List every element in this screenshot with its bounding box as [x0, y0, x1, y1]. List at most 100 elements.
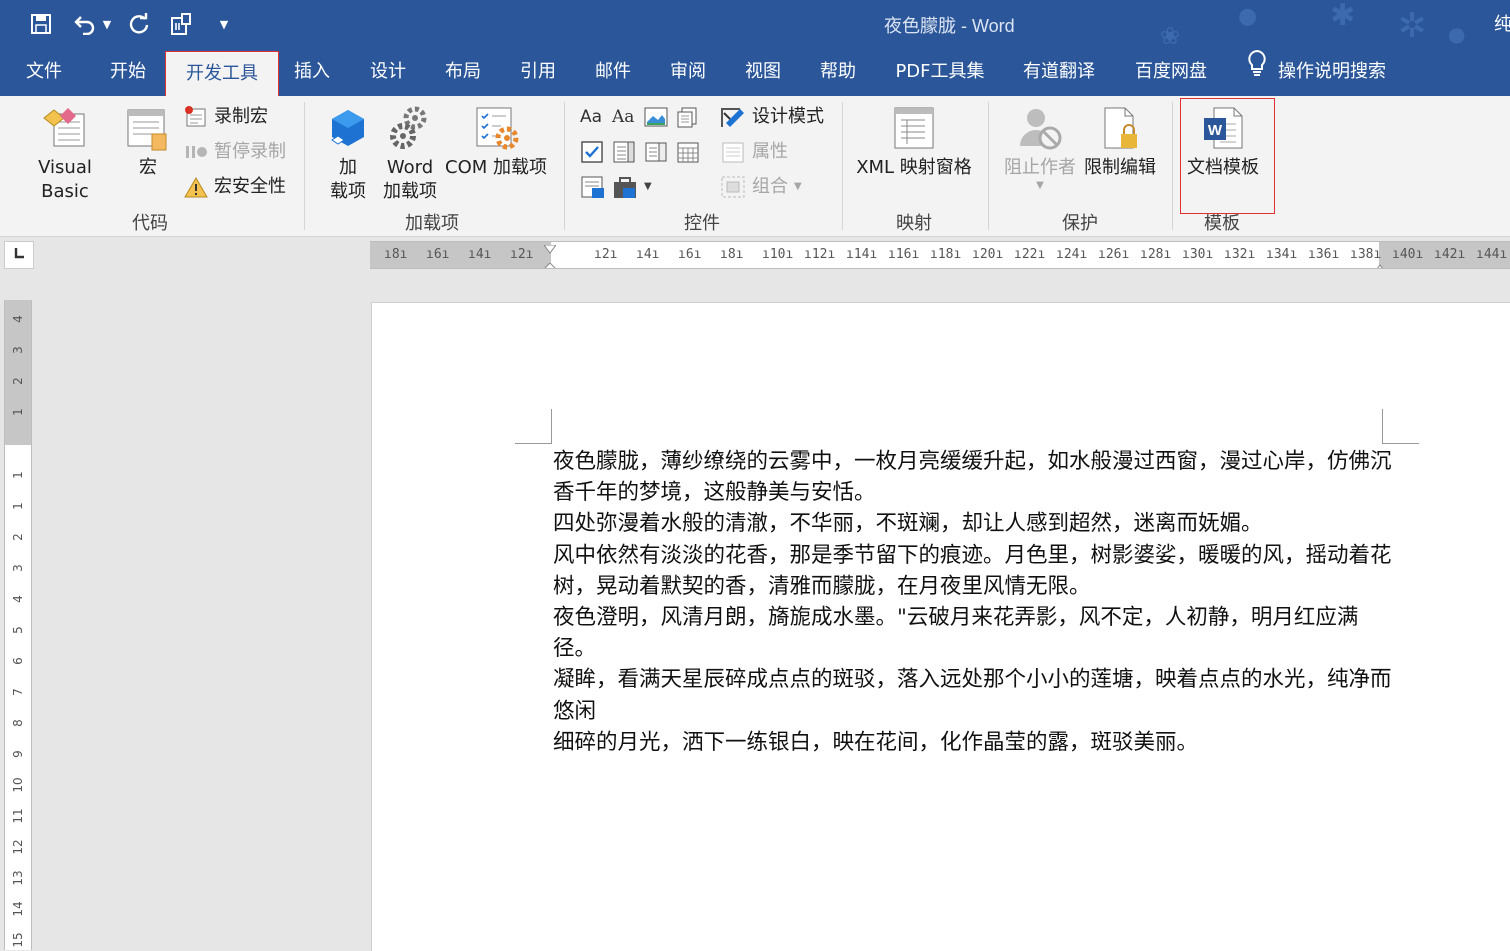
undo-dropdown-icon[interactable]: ▼ — [100, 10, 114, 38]
legacy-tools-icon — [614, 177, 636, 198]
block-authors-button[interactable]: 阻止作者 ▼ — [1002, 104, 1078, 192]
addins-icon — [331, 110, 364, 146]
xml-mapping-pane-label: XML 映射窗格 — [856, 157, 972, 178]
repeating-section-control-icon[interactable] — [580, 172, 608, 202]
ruler-tick-label: ı30ı — [1182, 247, 1214, 262]
tab-mailings[interactable]: 邮件 — [585, 48, 641, 96]
tab-baidu-netdisk[interactable]: 百度网盘 — [1124, 48, 1218, 96]
tab-selector[interactable] — [4, 241, 34, 269]
record-macro-label: 录制宏 — [214, 106, 268, 127]
visual-basic-button[interactable]: Visual Basic — [12, 104, 118, 204]
group-separator — [304, 102, 305, 230]
gear-icon — [390, 106, 427, 149]
ruler-tick-label: ı10ı — [762, 247, 794, 262]
dropdown-list-control-icon[interactable] — [644, 137, 668, 167]
document-body[interactable]: 夜色朦胧，薄纱缭绕的云雾中，一枚月亮缓缓升起，如水般漫过西窗，漫过心岸，仿佛沉香… — [553, 446, 1393, 758]
tab-view[interactable]: 视图 — [735, 48, 791, 96]
undo-icon[interactable] — [70, 10, 100, 38]
ruler-tick-label: 4 — [11, 315, 25, 323]
properties-label: 属性 — [752, 141, 788, 162]
ruler-tick-label: ı8ı — [720, 247, 744, 262]
xml-mapping-icon — [894, 107, 934, 149]
ruler-tick-label: 10 — [11, 777, 25, 793]
properties-icon — [722, 142, 744, 163]
ruler-tick-label: ı18ı — [930, 247, 962, 262]
picture-control-icon[interactable] — [644, 102, 668, 132]
ruler-tick-label: 11 — [11, 808, 25, 824]
tab-insert[interactable]: 插入 — [284, 48, 340, 96]
first-line-indent-marker[interactable] — [543, 242, 557, 254]
tab-references[interactable]: 引用 — [510, 48, 566, 96]
legacy-tools-button[interactable]: ▼ — [612, 172, 652, 202]
building-block-control-icon[interactable] — [676, 102, 700, 132]
restrict-editing-button[interactable]: 限制编辑 — [1080, 104, 1160, 180]
word-addins-label-1: Word — [386, 157, 434, 178]
word-addins-button[interactable]: Word 加载项 — [380, 104, 440, 204]
lock-document-icon — [1104, 107, 1137, 149]
design-mode-button[interactable]: 设计模式 — [720, 102, 824, 132]
ruler-tick-label: ı2ı — [510, 247, 534, 262]
design-mode-icon — [721, 108, 744, 127]
com-addins-button[interactable]: COM 加载项 — [442, 104, 550, 180]
tab-pdf-tools[interactable]: PDF工具集 — [884, 48, 996, 96]
tab-help[interactable]: 帮助 — [810, 48, 866, 96]
tell-me-search[interactable]: 操作说明搜索 — [1246, 48, 1386, 96]
customize-qat-icon[interactable]: ▼ — [214, 10, 234, 38]
save-icon[interactable] — [26, 10, 56, 38]
rich-text-control-button[interactable]: Aa — [580, 102, 602, 132]
horizontal-ruler[interactable]: ı8ı ı6ı ı4ı ı2ı ı2ı ı4ı ı6ı ı8ı ı10ı ı12ı ı14ı ı16ı… — [370, 241, 1510, 269]
chevron-down-icon: ▼ — [644, 181, 652, 192]
checkbox-control-icon[interactable] — [580, 137, 604, 167]
ruler-tick-label: 6 — [11, 657, 25, 665]
ruler-tick-label: 3 — [11, 564, 25, 572]
tab-developer[interactable]: 开发工具 — [165, 51, 279, 98]
ruler-tick-label: ı24ı — [1056, 247, 1088, 262]
pause-recording-button[interactable]: 暂停录制 — [184, 137, 286, 167]
tab-youdao[interactable]: 有道翻译 — [1012, 48, 1106, 96]
group-button[interactable]: 组合 ▼ — [720, 172, 802, 202]
properties-button[interactable]: 属性 — [720, 137, 788, 167]
ruler-tick-label: ı8ı — [384, 247, 408, 262]
record-macro-button[interactable]: 录制宏 — [184, 102, 268, 132]
ruler-tick-label: ı26ı — [1098, 247, 1130, 262]
macros-button[interactable]: 宏 — [122, 104, 174, 180]
ruler-tick-label: 2 — [11, 533, 25, 541]
redo-icon[interactable] — [124, 10, 154, 38]
tell-me-label: 操作说明搜索 — [1278, 61, 1386, 82]
group-label-mapping: 映射 — [896, 213, 932, 234]
document-page[interactable]: 夜色朦胧，薄纱缭绕的云雾中，一枚月亮缓缓升起，如水般漫过西窗，漫过心岸，仿佛沉香… — [371, 302, 1510, 951]
vertical-ruler[interactable]: 4321112345678910111213141516 — [4, 300, 32, 950]
ruler-tick-label: ı14ı — [846, 247, 878, 262]
xml-mapping-pane-button[interactable]: XML 映射窗格 — [852, 104, 976, 180]
block-authors-label: 阻止作者 — [1004, 157, 1076, 178]
tab-layout[interactable]: 布局 — [435, 48, 491, 96]
user-name[interactable]: 纯 — [1494, 10, 1510, 36]
tab-home[interactable]: 开始 — [98, 48, 158, 96]
tab-design[interactable]: 设计 — [360, 48, 416, 96]
hanging-indent-marker[interactable] — [544, 258, 556, 268]
com-addins-icon — [476, 107, 519, 150]
window-title: 夜色朦胧 - Word — [884, 16, 1015, 36]
touch-mode-icon[interactable] — [166, 10, 196, 38]
group-separator — [842, 102, 843, 230]
pause-icon — [186, 146, 207, 158]
tab-stop-icon — [14, 248, 24, 259]
ruler-tick-label: ı36ı — [1308, 247, 1340, 262]
date-picker-control-icon[interactable] — [676, 137, 700, 167]
group-label: 组合 — [752, 176, 788, 197]
macro-security-button[interactable]: 宏安全性 — [184, 172, 286, 202]
ruler-tick-label: 8 — [11, 719, 25, 727]
lightbulb-icon — [1246, 48, 1268, 96]
tab-file[interactable]: 文件 — [14, 48, 74, 96]
ruler-tick-label: ı12ı — [804, 247, 836, 262]
addins-button[interactable]: 加 载项 — [322, 106, 374, 204]
right-indent-marker[interactable] — [1374, 258, 1386, 268]
plain-text-control-button[interactable]: Aa — [612, 102, 634, 132]
ruler-tick-label: ı32ı — [1224, 247, 1256, 262]
ruler-tick-label: ı44ı — [1476, 247, 1508, 262]
ruler-tick-label: ı2ı — [594, 247, 618, 262]
word-addins-label-2: 加载项 — [383, 181, 437, 202]
combo-box-control-icon[interactable] — [612, 137, 636, 167]
ruler-tick-label: 14 — [11, 901, 25, 917]
tab-review[interactable]: 审阅 — [660, 48, 716, 96]
